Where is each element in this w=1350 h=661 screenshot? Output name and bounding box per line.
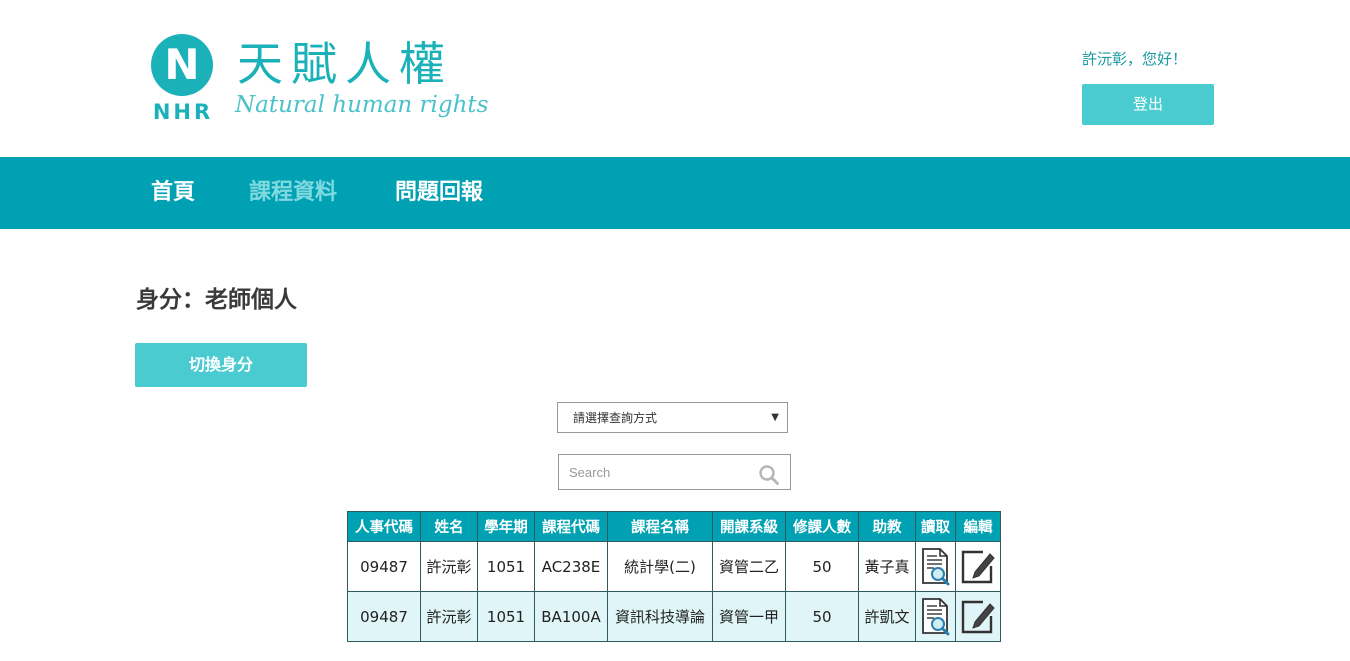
course-table: 人事代碼 姓名 學年期 課程代碼 課程名稱 開課系級 修課人數 助教 讀取 編輯… bbox=[347, 511, 1001, 642]
query-method-select[interactable]: 請選擇查詢方式 ▼ bbox=[557, 402, 788, 433]
dropdown-arrow-icon: ▼ bbox=[771, 412, 779, 423]
col-course-name: 課程名稱 bbox=[607, 511, 713, 542]
cell-ta: 黃子真 bbox=[858, 541, 916, 592]
page-header: N NHR 天賦人權 Natural human rights 許沅彰，您好！ … bbox=[0, 0, 1350, 157]
cell-name: 許沅彰 bbox=[420, 591, 478, 642]
edit-button[interactable] bbox=[955, 591, 1001, 642]
cell-ta: 許凱文 bbox=[858, 591, 916, 642]
col-department: 開課系級 bbox=[712, 511, 786, 542]
read-button[interactable] bbox=[915, 541, 956, 592]
cell-term: 1051 bbox=[477, 591, 535, 642]
logo-title-cn: 天賦人權 bbox=[237, 37, 453, 91]
col-enrollment: 修課人數 bbox=[785, 511, 859, 542]
cell-course-code: BA100A bbox=[534, 591, 608, 642]
cell-department: 資管一甲 bbox=[712, 591, 786, 642]
cell-staff-id: 09487 bbox=[347, 591, 421, 642]
identity-label: 身分：老師個人 bbox=[136, 287, 297, 313]
logo-abbr: NHR bbox=[152, 100, 214, 124]
main-nav: 首頁 課程資料 問題回報 bbox=[0, 157, 1350, 229]
cell-enrollment: 50 bbox=[785, 591, 859, 642]
document-search-icon bbox=[921, 597, 949, 635]
col-name: 姓名 bbox=[420, 511, 478, 542]
cell-name: 許沅彰 bbox=[420, 541, 478, 592]
col-ta: 助教 bbox=[858, 511, 916, 542]
switch-identity-button[interactable]: 切換身分 bbox=[135, 343, 307, 387]
read-button[interactable] bbox=[915, 591, 956, 642]
cell-term: 1051 bbox=[477, 541, 535, 592]
cell-staff-id: 09487 bbox=[347, 541, 421, 592]
cell-course-name: 資訊科技導論 bbox=[607, 591, 713, 642]
edit-button[interactable] bbox=[955, 541, 1001, 592]
table-header-row: 人事代碼 姓名 學年期 課程代碼 課程名稱 開課系級 修課人數 助教 讀取 編輯 bbox=[347, 511, 1001, 542]
logout-button[interactable]: 登出 bbox=[1082, 84, 1214, 125]
col-term: 學年期 bbox=[477, 511, 535, 542]
logo-title-en: Natural human rights bbox=[235, 92, 489, 118]
col-read: 讀取 bbox=[915, 511, 956, 542]
logo-letter: N bbox=[151, 34, 213, 96]
nav-item-issue-report[interactable]: 問題回報 bbox=[395, 157, 483, 229]
cell-department: 資管二乙 bbox=[712, 541, 786, 592]
search-icon[interactable] bbox=[758, 464, 780, 486]
document-search-icon bbox=[921, 547, 949, 585]
cell-course-code: AC238E bbox=[534, 541, 608, 592]
cell-enrollment: 50 bbox=[785, 541, 859, 592]
user-greeting: 許沅彰，您好！ bbox=[1082, 50, 1188, 68]
table-row: 09487 許沅彰 1051 AC238E 統計學(二) 資管二乙 50 黃子真 bbox=[347, 541, 1001, 592]
edit-pencil-icon bbox=[961, 600, 995, 633]
col-course-code: 課程代碼 bbox=[534, 511, 608, 542]
col-edit: 編輯 bbox=[955, 511, 1001, 542]
query-method-value: 請選擇查詢方式 bbox=[573, 411, 658, 425]
cell-course-name: 統計學(二) bbox=[607, 541, 713, 592]
nav-item-home[interactable]: 首頁 bbox=[151, 157, 195, 229]
search-box bbox=[558, 454, 791, 490]
nav-item-course-data[interactable]: 課程資料 bbox=[249, 157, 337, 229]
col-staff-id: 人事代碼 bbox=[347, 511, 421, 542]
nhr-logo[interactable]: N NHR 天賦人權 Natural human rights bbox=[149, 32, 509, 132]
table-row: 09487 許沅彰 1051 BA100A 資訊科技導論 資管一甲 50 許凱文 bbox=[347, 591, 1001, 642]
edit-pencil-icon bbox=[961, 550, 995, 583]
search-input[interactable] bbox=[559, 455, 749, 489]
